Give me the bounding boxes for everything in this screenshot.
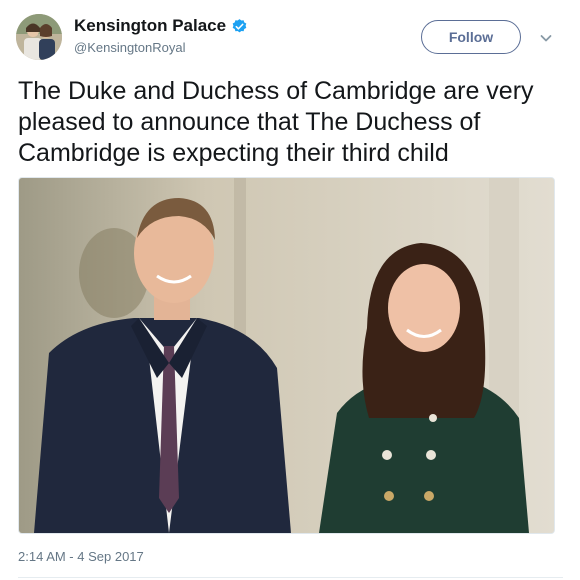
verified-badge-icon	[231, 18, 248, 35]
divider	[18, 577, 563, 578]
tweet-photo[interactable]	[18, 177, 555, 534]
photo-image	[19, 178, 554, 533]
account-name-row[interactable]: Kensington Palace	[74, 16, 248, 36]
avatar[interactable]	[16, 14, 62, 60]
display-name[interactable]: Kensington Palace	[74, 16, 226, 36]
tweet-text: The Duke and Duchess of Cambridge are ve…	[18, 77, 534, 167]
avatar-image	[16, 14, 62, 60]
tweet-card: Kensington Palace @KensingtonRoyal Follo…	[0, 0, 580, 580]
follow-button[interactable]: Follow	[421, 20, 521, 54]
more-options-button[interactable]	[536, 28, 556, 48]
chevron-down-icon	[540, 35, 552, 42]
account-handle[interactable]: @KensingtonRoyal	[74, 40, 185, 55]
tweet-timestamp[interactable]: 2:14 AM - 4 Sep 2017	[18, 549, 144, 564]
